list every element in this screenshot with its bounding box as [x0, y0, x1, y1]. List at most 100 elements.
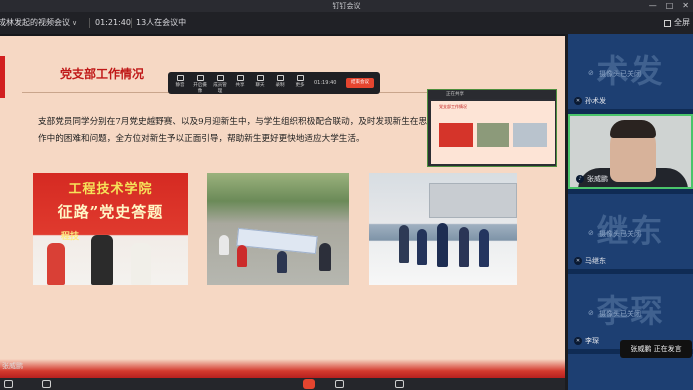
share-icon[interactable]: [335, 380, 344, 388]
toolbar-timer: 01:19:40: [314, 80, 337, 86]
person-figure: [219, 235, 229, 255]
toolbar-item[interactable]: 录制: [272, 75, 288, 88]
chat-icon: [256, 75, 264, 81]
camera-status: 摄像头已关闭: [599, 310, 641, 318]
slide-accent-band: [0, 56, 5, 98]
minimize-icon[interactable]: —: [649, 0, 657, 12]
camera-off-icon: ⊘: [588, 309, 594, 317]
bottom-toolbar: [0, 378, 565, 390]
participant-name-row: ✕ 马继东: [574, 256, 606, 266]
camera-status: 摄像头已关闭: [599, 230, 641, 238]
toolbar-item[interactable]: 成员管理: [212, 75, 228, 94]
participant-tile[interactable]: 术发 ⊘ 摄像头已关闭 ✕ 孙术发: [568, 34, 693, 109]
members-icon: [216, 75, 224, 81]
person-figure: [91, 235, 113, 285]
photo-text-line: 程技: [61, 232, 80, 242]
participant-tile[interactable]: [568, 354, 693, 390]
photo-building: [429, 183, 517, 218]
participant-tile-active[interactable]: ♪ 张威鹏: [568, 114, 693, 189]
participant-name: 孙术发: [585, 97, 606, 105]
photo-text-line: 征路”党史答题: [57, 203, 164, 221]
preview-slide: 党支部工作情况: [431, 101, 555, 164]
participant-count[interactable]: 13人在会议中: [136, 12, 186, 34]
preview-slide-heading: 党支部工作情况: [439, 104, 467, 109]
mic-icon: ♪: [576, 175, 584, 183]
participant-sidebar: 术发 ⊘ 摄像头已关闭 ✕ 孙术发 ♪ 张威鹏 继东 ⊘ 摄像头已关闭 ✕ 马继…: [568, 34, 693, 390]
window-titlebar: 钉钉会议 — □ ✕: [0, 0, 693, 12]
presenter-name-badge: 张威鹏: [2, 362, 23, 370]
camera-off-icon: ⊘: [588, 229, 594, 237]
fullscreen-label: 全屏: [674, 18, 690, 27]
toolbar-item[interactable]: 更多: [292, 75, 308, 88]
active-speaker-toast: 张威鹏 正在发言: [620, 340, 692, 358]
toolbar-item-label: 成员管理: [213, 83, 227, 94]
toolbar-item-label: 录制: [275, 83, 285, 88]
shared-screen-area: 党支部工作情况 支部党员同学分别在7月党史越野赛、以及9月迎新生中，与学生组织积…: [0, 34, 565, 390]
hangup-icon[interactable]: [303, 379, 315, 389]
slide-heading: 党支部工作情况: [60, 67, 145, 81]
record-icon: [276, 75, 284, 81]
mic-muted-icon: ✕: [574, 337, 582, 345]
meeting-timer: 01:21:40: [95, 18, 131, 27]
participant-name-row: ✕ 孙术发: [574, 96, 606, 106]
meeting-title[interactable]: 成林发起的视频会议: [0, 12, 70, 34]
fullscreen-button[interactable]: 全屏: [664, 12, 690, 34]
participant-name: 张威鹏: [587, 175, 608, 183]
more-icon: [296, 75, 304, 81]
more-icon[interactable]: [395, 380, 404, 388]
camera-icon: [196, 75, 204, 81]
mic-icon[interactable]: [4, 380, 13, 388]
participant-name-row: ♪ 张威鹏: [576, 174, 608, 184]
photo-banner: [236, 227, 318, 255]
toolbar-item-label: 更多: [295, 83, 305, 88]
person-figure: [47, 243, 65, 285]
preview-photo: [439, 123, 473, 147]
person-figure: [417, 229, 427, 265]
mic-icon: [176, 75, 184, 81]
slide-footer-decoration: [0, 359, 565, 379]
participant-name: 李琛: [585, 337, 599, 345]
person-figure: [237, 245, 247, 267]
camera-status: 摄像头已关闭: [599, 70, 641, 78]
preview-title: 正在共享: [428, 90, 556, 99]
preview-photo: [513, 123, 547, 147]
toolbar-item[interactable]: 聊天: [252, 75, 268, 88]
window-title: 钉钉会议: [332, 2, 361, 10]
share-icon: [236, 75, 244, 81]
video-person-hair: [610, 120, 656, 138]
participant-name: 马继东: [585, 257, 606, 265]
person-figure: [131, 243, 151, 285]
person-figure: [437, 223, 448, 267]
toolbar-item-label: 共享: [235, 83, 245, 88]
activity-photo-outdoor: [207, 173, 349, 285]
window-controls: — □ ✕: [649, 0, 689, 12]
toolbar-item[interactable]: 共享: [232, 75, 248, 88]
activity-photo-snow: [369, 173, 517, 285]
person-figure: [479, 229, 489, 267]
close-icon[interactable]: ✕: [682, 0, 689, 12]
person-figure: [459, 227, 469, 267]
participant-tile[interactable]: 继东 ⊘ 摄像头已关闭 ✕ 马继东: [568, 194, 693, 269]
maximize-icon[interactable]: □: [666, 0, 674, 12]
preview-photo: [477, 123, 509, 147]
toolbar-item-label: 静音: [175, 83, 185, 88]
chevron-down-icon[interactable]: ∨: [72, 12, 77, 34]
mic-muted-icon: ✕: [574, 97, 582, 105]
mic-muted-icon: ✕: [574, 257, 582, 265]
shared-meeting-toolbar: 静音 开启摄像 成员管理 共享 聊天 录制 更多 01:19:40 结束会议: [168, 72, 380, 94]
activity-photo-quiz: 工程技术学院 征路”党史答题 程技: [33, 173, 188, 285]
participant-name-row: ✕ 李琛: [574, 336, 599, 346]
person-figure: [277, 251, 287, 273]
toolbar-item-label: 开启摄像: [193, 83, 207, 94]
fullscreen-icon: [664, 19, 671, 27]
toolbar-item[interactable]: 开启摄像: [192, 75, 208, 94]
person-figure: [319, 243, 331, 271]
camera-off-icon: ⊘: [588, 69, 594, 77]
divider: [89, 18, 90, 28]
end-meeting-button[interactable]: 结束会议: [346, 78, 374, 88]
photo-text-line: 工程技术学院: [68, 182, 153, 197]
participant-tile[interactable]: 李琛 ⊘ 摄像头已关闭 ✕ 李琛: [568, 274, 693, 349]
share-preview-window[interactable]: 正在共享 党支部工作情况: [427, 89, 557, 167]
toolbar-item[interactable]: 静音: [172, 75, 188, 88]
camera-icon[interactable]: [42, 380, 51, 388]
